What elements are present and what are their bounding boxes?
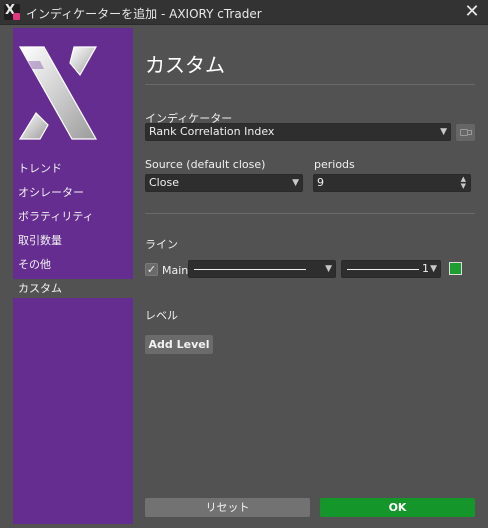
page-title: カスタム bbox=[145, 53, 225, 77]
add-level-button[interactable]: Add Level bbox=[145, 335, 213, 354]
stepper-down-icon[interactable]: ▼ bbox=[461, 182, 466, 190]
sidebar-item-other[interactable]: その他 bbox=[13, 255, 133, 274]
source-label: Source (default close) bbox=[145, 158, 266, 171]
source-select[interactable]: Close ▼ bbox=[145, 174, 303, 192]
periods-stepper[interactable]: 9 ▲ ▼ bbox=[313, 174, 471, 192]
line-style-sample bbox=[194, 269, 306, 270]
category-sidebar: トレンド オシレーター ボラティリティ 取引数量 その他 カスタム bbox=[13, 28, 133, 524]
line-thickness-sample bbox=[347, 269, 419, 270]
chevron-down-icon: ▼ bbox=[292, 178, 299, 188]
sidebar-item-volume[interactable]: 取引数量 bbox=[13, 231, 133, 250]
ctrader-app-icon: X bbox=[4, 3, 20, 20]
camera-icon[interactable] bbox=[456, 124, 475, 141]
line-thickness-value: 1 bbox=[422, 262, 429, 275]
main-line-checkbox[interactable]: ✓ bbox=[145, 263, 158, 276]
source-select-value: Close bbox=[149, 176, 179, 189]
levels-label: レベル bbox=[145, 309, 178, 322]
sidebar-item-custom[interactable]: カスタム bbox=[13, 279, 133, 298]
line-color-swatch[interactable] bbox=[449, 262, 462, 275]
line-style-select[interactable]: ▼ bbox=[188, 260, 336, 278]
divider bbox=[145, 84, 475, 85]
periods-value: 9 bbox=[317, 176, 324, 189]
ok-button[interactable]: OK bbox=[320, 498, 475, 517]
line-thickness-select[interactable]: 1 ▼ bbox=[341, 260, 441, 278]
periods-label: periods bbox=[314, 158, 355, 171]
indicator-select-value: Rank Correlation Index bbox=[149, 125, 275, 138]
sidebar-item-trend[interactable]: トレンド bbox=[13, 159, 133, 178]
sidebar-item-volatility[interactable]: ボラティリティ bbox=[13, 207, 133, 226]
lines-label: ライン bbox=[145, 238, 178, 251]
chevron-down-icon: ▼ bbox=[325, 264, 332, 274]
title-bar: X インディケーターを追加 - AXIORY cTrader ✕ bbox=[0, 0, 488, 25]
window-title: インディケーターを追加 - AXIORY cTrader bbox=[26, 7, 262, 21]
axiory-logo bbox=[18, 46, 98, 140]
close-icon[interactable]: ✕ bbox=[460, 1, 484, 23]
main-line-label: Main bbox=[162, 264, 189, 277]
indicator-select[interactable]: Rank Correlation Index ▼ bbox=[145, 123, 451, 141]
divider bbox=[145, 213, 475, 214]
sidebar-item-oscillator[interactable]: オシレーター bbox=[13, 183, 133, 202]
chevron-down-icon: ▼ bbox=[440, 127, 447, 137]
reset-button[interactable]: リセット bbox=[145, 498, 310, 517]
chevron-down-icon: ▼ bbox=[430, 264, 437, 274]
